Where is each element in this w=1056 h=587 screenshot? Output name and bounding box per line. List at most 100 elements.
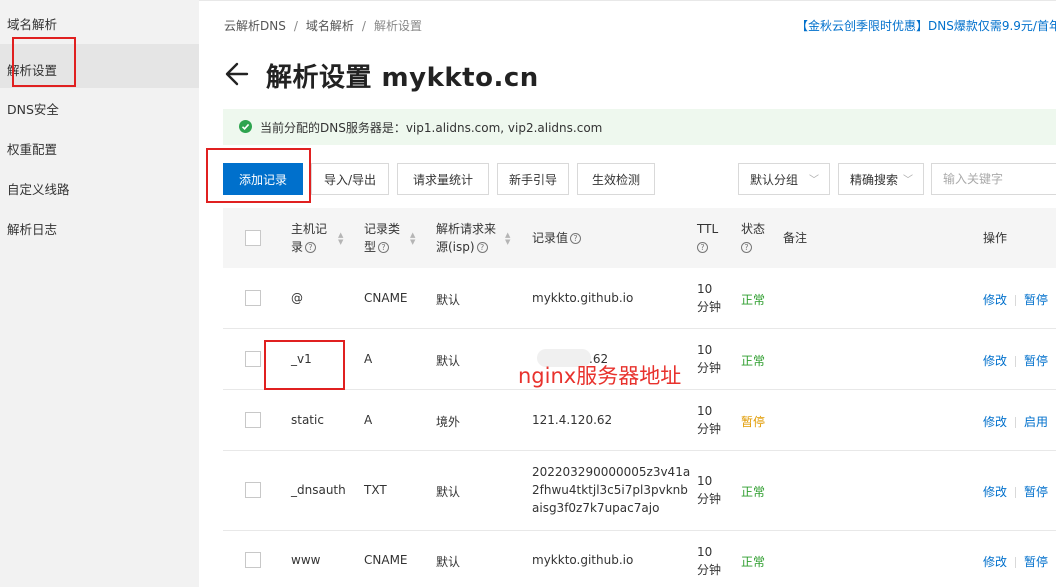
header-action: 操作 [983,231,1008,245]
cell-line: 默认 [436,354,461,368]
cell-ttl: 10 分钟 [697,343,722,375]
cell-ttl: 10 分钟 [697,404,722,436]
group-select-value: 默认分组 [750,172,799,187]
help-icon[interactable]: ? [378,242,390,253]
pause-link[interactable]: 暂停 [1024,354,1048,368]
header-request-source: 解析请求来 源(isp)? [436,222,497,254]
breadcrumb: 云解析DNS / 域名解析 / 解析设置 [224,17,422,34]
back-arrow-icon[interactable] [225,60,249,88]
header-record-type: 记录类 型? [364,222,401,254]
cell-type: TXT [364,483,387,497]
edit-link[interactable]: 修改 [983,485,1007,499]
breadcrumb-domain-resolution[interactable]: 域名解析 [306,19,354,33]
cell-actions: 修改 暂停 [983,291,1048,308]
edit-link[interactable]: 修改 [983,555,1007,569]
header-status: 状态 ? [741,222,766,253]
edit-link[interactable]: 修改 [983,293,1007,307]
breadcrumb-cloud-dns[interactable]: 云解析DNS [224,19,286,33]
breadcrumb-current: 解析设置 [373,19,422,33]
cell-status: 暂停 [741,415,766,429]
cell-line: 默认 [436,485,461,499]
cell-ttl: 10 分钟 [697,545,722,577]
sidebar-item-custom-lines[interactable]: 自定义线路 [7,179,70,198]
pause-link[interactable]: 暂停 [1024,293,1048,307]
action-divider [1015,295,1017,306]
cell-status: 正常 [741,555,766,569]
header-remark: 备注 [783,231,808,245]
help-icon[interactable]: ? [570,233,582,244]
row-checkbox[interactable] [245,552,261,568]
effect-check-button[interactable]: 生效检测 [577,163,655,195]
beginner-guide-button[interactable]: 新手引导 [497,163,569,195]
pause-link[interactable]: 暂停 [1024,555,1048,569]
sidebar-item-weight-config[interactable]: 权重配置 [7,139,57,158]
action-divider [1015,417,1017,428]
sort-icon[interactable]: ▲ ▼ [410,232,415,246]
cell-actions: 修改 暂停 [983,352,1048,369]
table-row: _dnsauth TXT 默认 202203290000005z3v41a 2f… [223,451,1056,531]
cell-value: 202203290000005z3v41a 2fhwu4tktjl3c5i7pl… [532,465,691,515]
cell-status: 正常 [741,293,766,307]
header-record-value: 记录值? [532,229,582,247]
action-divider [1015,487,1017,498]
table-row: www CNAME 默认 mykkto.github.io 10 分钟 正常 修改… [223,531,1056,587]
sidebar-item-resolution-log[interactable]: 解析日志 [7,219,57,238]
cell-status: 正常 [741,485,766,499]
pause-link[interactable]: 暂停 [1024,485,1048,499]
group-select[interactable]: 默认分组 ﹀ [738,163,830,195]
sidebar-item-resolution-settings[interactable]: 解析设置 [7,60,57,79]
page-title: 解析设置 mykkto.cn [266,63,539,93]
row-checkbox[interactable] [245,290,261,306]
table-row: static A 境外 121.4.120.62 10 分钟 暂停 修改 启用 [223,390,1056,451]
cell-host: www [291,553,321,567]
cell-type: CNAME [364,291,408,305]
help-icon[interactable]: ? [305,242,317,253]
cell-line: 境外 [436,415,461,429]
help-icon[interactable]: ? [697,242,708,253]
row-checkbox[interactable] [245,351,261,367]
cell-ttl: 10 分钟 [697,474,722,506]
notice-text: 当前分配的DNS服务器是：vip1.alidns.com, vip2.alidn… [260,121,603,135]
import-export-button[interactable]: 导入/导出 [311,163,389,195]
header-ttl: TTL ? [697,222,719,253]
sidebar: 域名解析 解析设置 DNS安全 权重配置 自定义线路 解析日志 [0,0,199,587]
search-mode-select[interactable]: 精确搜索 ﹀ [838,163,924,195]
help-icon[interactable]: ? [741,242,752,253]
dns-server-notice: 当前分配的DNS服务器是：vip1.alidns.com, vip2.alidn… [223,109,1056,145]
cell-actions: 修改 暂停 [983,483,1048,500]
request-stats-button[interactable]: 请求量统计 [397,163,489,195]
sidebar-item-domain-resolution[interactable]: 域名解析 [7,14,57,33]
cell-type: A [364,352,373,366]
chevron-down-icon: ﹀ [903,175,913,186]
row-checkbox[interactable] [245,482,261,498]
success-check-icon [239,120,252,133]
cell-line: 默认 [436,293,461,307]
breadcrumb-separator: / [361,19,366,33]
header-border [199,0,1056,1]
enable-link[interactable]: 启用 [1024,415,1048,429]
chevron-down-icon: ﹀ [809,175,819,186]
table-row: @ CNAME 默认 mykkto.github.io 10 分钟 正常 修改 暂停 [223,268,1056,329]
row-checkbox[interactable] [245,412,261,428]
nginx-annotation: nginx服务器地址 [518,364,682,388]
cell-host: _dnsauth [291,483,346,497]
select-all-checkbox[interactable] [245,230,261,246]
cell-value: mykkto.github.io [532,291,634,305]
table-header: 主机记 录? ▲ ▼ 记录类 型? ▲ ▼ 解析请求来 源(isp)? ▲ ▼ 记录值… [223,208,1056,268]
edit-link[interactable]: 修改 [983,354,1007,368]
cell-ttl: 10 分钟 [697,282,722,314]
help-icon[interactable]: ? [476,242,488,253]
cell-host: _v1 [291,352,312,366]
cell-value: mykkto.github.io [532,553,634,567]
sort-icon[interactable]: ▲ ▼ [505,232,510,246]
sidebar-item-dns-security[interactable]: DNS安全 [7,99,59,118]
edit-link[interactable]: 修改 [983,415,1007,429]
promo-link[interactable]: 【金秋云创季限时优惠】DNS爆款仅需9.9元/首年 [796,17,1056,34]
header-host: 主机记 录? [291,222,328,254]
sort-icon[interactable]: ▲ ▼ [338,232,343,246]
cell-status: 正常 [741,354,766,368]
cell-actions: 修改 暂停 [983,553,1048,570]
breadcrumb-separator: / [293,19,298,33]
add-record-button[interactable]: 添加记录 [223,163,303,195]
keyword-search-input[interactable] [931,163,1056,195]
